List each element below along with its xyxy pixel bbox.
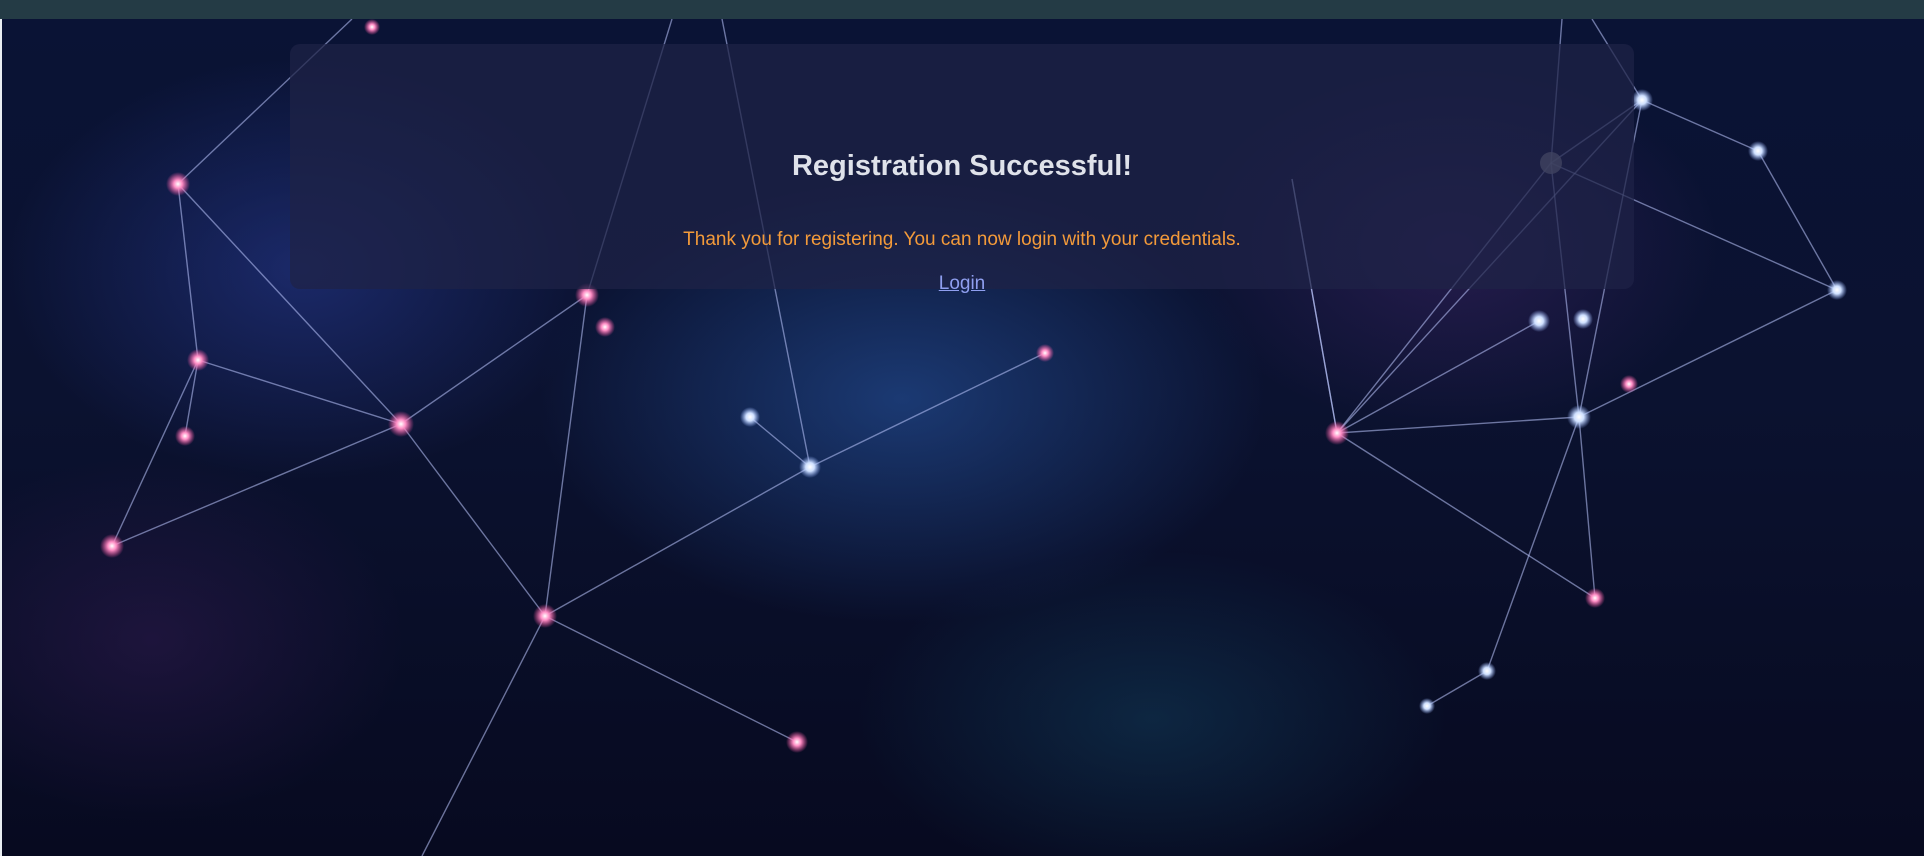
- top-bar: [0, 0, 1924, 19]
- registration-success-card: Registration Successful! Thank you for r…: [290, 44, 1634, 294]
- login-link[interactable]: Login: [939, 273, 986, 294]
- page: Registration Successful! Thank you for r…: [0, 0, 1924, 856]
- success-message: Thank you for registering. You can now l…: [683, 229, 1241, 250]
- login-link-container: Login: [290, 271, 1634, 297]
- page-title: Registration Successful!: [791, 150, 1133, 182]
- left-edge-border: [0, 19, 2, 856]
